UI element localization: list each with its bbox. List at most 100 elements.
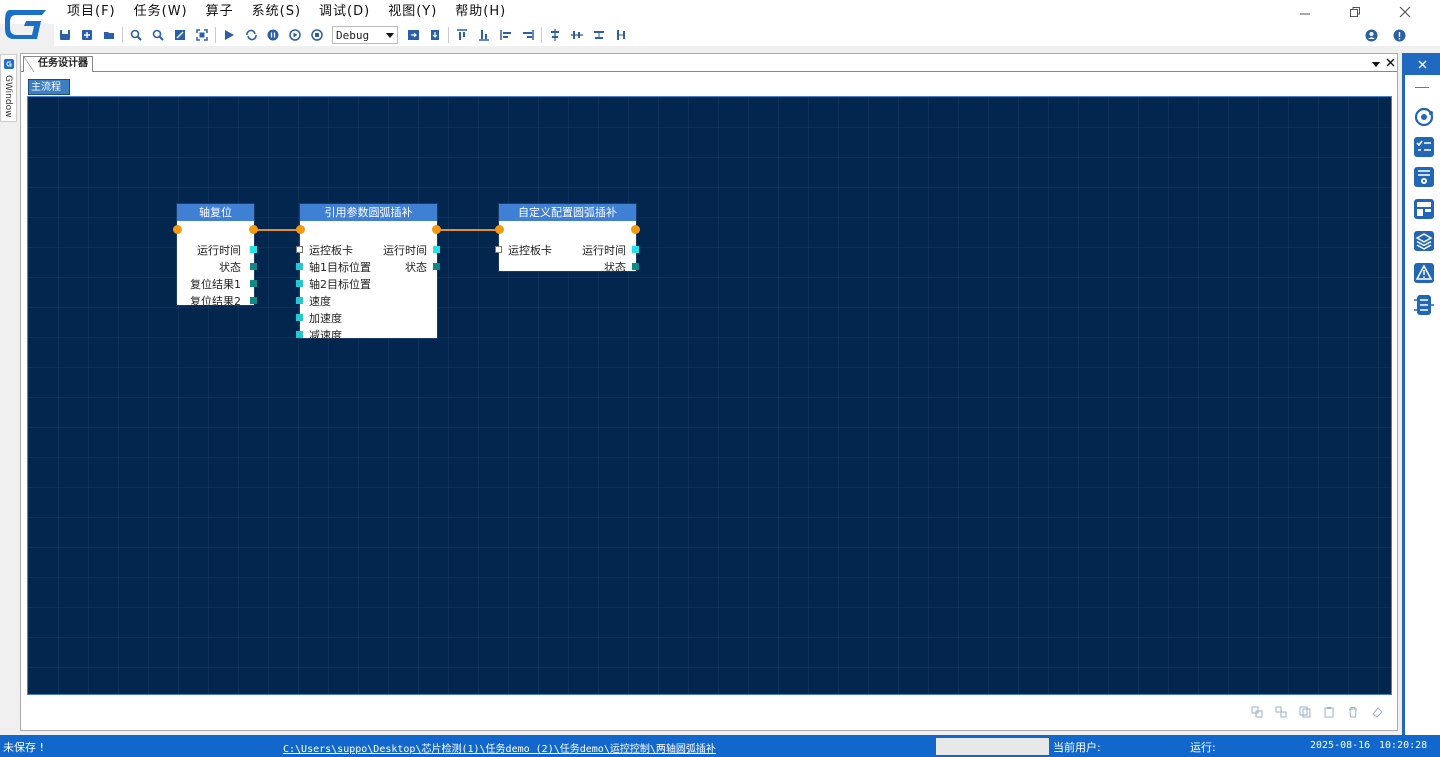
center-vertical-button[interactable] [566, 24, 588, 46]
ungroup-button[interactable] [1273, 704, 1289, 720]
input-port[interactable] [296, 331, 303, 338]
distribute-vertical-icon [617, 30, 625, 40]
restore-icon [1350, 7, 1360, 17]
right-dock-close-button[interactable] [1402, 53, 1440, 75]
copy-button[interactable] [1297, 704, 1313, 720]
flow-out-pin[interactable] [249, 225, 258, 234]
run-button[interactable] [218, 24, 240, 46]
folder-open-icon [103, 32, 114, 39]
close-button[interactable] [1382, 0, 1428, 24]
paste-button[interactable] [1321, 704, 1337, 720]
flow-out-pin[interactable] [631, 225, 640, 234]
warning-icon[interactable] [1413, 262, 1435, 284]
orbit-icon[interactable] [1413, 106, 1435, 128]
new-button[interactable] [76, 24, 98, 46]
output-port[interactable] [250, 263, 257, 270]
output-port[interactable] [250, 280, 257, 287]
toolbar: Debug [54, 24, 1440, 46]
menu-debug[interactable]: 调试(D) [310, 0, 379, 22]
status-bar: 未保存 ! C:\Users\suppo\Desktop\芯片检测(1)\任务d… [0, 735, 1440, 757]
input-port[interactable] [296, 297, 303, 304]
align-right-button[interactable] [517, 24, 539, 46]
run-status-label: 运行: [1190, 741, 1216, 754]
layers-icon[interactable] [1413, 230, 1435, 252]
fit-view-icon [175, 30, 185, 40]
task-designer-panel: 任务设计器 主流程 轴复位 运行时间 状态 复位结果1 复位结果2 引用参数圆弧… [20, 53, 1398, 731]
app-logo-icon [5, 10, 46, 39]
delete-button[interactable] [1345, 704, 1361, 720]
center-horizontal-button[interactable] [544, 24, 566, 46]
fit-button[interactable] [169, 24, 191, 46]
save-button[interactable] [54, 24, 76, 46]
input-port[interactable] [495, 246, 502, 253]
flow-in-pin[interactable] [173, 225, 182, 234]
input-port[interactable] [296, 280, 303, 287]
output-port[interactable] [632, 263, 639, 270]
checklist-icon[interactable] [1413, 136, 1435, 158]
input-port[interactable] [296, 246, 303, 253]
node-custom-arc-interp[interactable]: 自定义配置圆弧插补 运控板卡 运行时间 状态 [495, 204, 640, 274]
step-button[interactable] [284, 24, 306, 46]
user-button[interactable] [1360, 24, 1382, 46]
loop-button[interactable] [240, 24, 262, 46]
input-port[interactable] [296, 314, 303, 321]
menu-system[interactable]: 系统(S) [243, 0, 310, 22]
align-left-button[interactable] [495, 24, 517, 46]
flow-canvas[interactable]: 轴复位 运行时间 状态 复位结果1 复位结果2 引用参数圆弧插补 运控板卡 轴1… [27, 96, 1392, 695]
center-vertical-icon [571, 31, 583, 39]
project-path-link[interactable]: C:\Users\suppo\Desktop\芯片检测(1)\任务demo (2… [283, 740, 716, 755]
restore-button[interactable] [1332, 0, 1378, 24]
flow-out-pin[interactable] [432, 225, 441, 234]
stop-icon [311, 29, 323, 41]
minimize-icon [1300, 13, 1310, 15]
tab-main-flow[interactable]: 主流程 [28, 79, 70, 95]
input-port-label: 运控板卡 [508, 244, 552, 257]
stop-button[interactable] [306, 24, 328, 46]
tab-dropdown-button[interactable] [1369, 56, 1383, 70]
distribute-vertical-button[interactable] [610, 24, 632, 46]
output-port[interactable] [250, 297, 257, 304]
flow-in-pin[interactable] [495, 225, 504, 234]
current-user-label: 当前用户: [1053, 741, 1101, 754]
structure-icon[interactable] [1413, 294, 1435, 316]
toolbar-separator [122, 27, 123, 43]
output-port[interactable] [433, 263, 440, 270]
menu-view[interactable]: 视图(Y) [379, 0, 446, 22]
left-dock-tab[interactable]: GWindow [0, 54, 17, 122]
title-bar: 项目(F) 任务(W) 算子 系统(S) 调试(D) 视图(Y) 帮助(H) [0, 0, 1440, 39]
copy-icon [1299, 706, 1311, 718]
tab-task-designer[interactable]: 任务设计器 [23, 56, 93, 72]
menu-task[interactable]: 任务(W) [125, 0, 197, 22]
tab-close-button[interactable] [1383, 56, 1397, 70]
menu-help[interactable]: 帮助(H) [446, 0, 515, 22]
zoom-out-button[interactable] [147, 24, 169, 46]
clear-button[interactable] [1369, 704, 1385, 720]
group-button[interactable] [1249, 704, 1265, 720]
build-config-select[interactable]: Debug [332, 26, 398, 44]
menu-operator[interactable]: 算子 [197, 0, 243, 22]
pause-button[interactable] [262, 24, 284, 46]
node-param-arc-interp[interactable]: 引用参数圆弧插补 运控板卡 轴1目标位置 轴2目标位置 速度 加速度 减速度 运… [296, 204, 441, 342]
node-axis-reset[interactable]: 轴复位 运行时间 状态 复位结果1 复位结果2 [173, 204, 258, 308]
minimize-button[interactable] [1282, 0, 1328, 24]
output-port[interactable] [632, 246, 639, 253]
info-button[interactable] [1388, 24, 1410, 46]
left-dock-label: GWindow [3, 75, 13, 118]
align-bottom-button[interactable] [473, 24, 495, 46]
open-button[interactable] [98, 24, 120, 46]
settings-list-icon[interactable] [1413, 166, 1435, 188]
align-top-button[interactable] [451, 24, 473, 46]
fullscreen-button[interactable] [191, 24, 213, 46]
menu-project[interactable]: 项目(F) [58, 0, 125, 22]
output-port[interactable] [250, 246, 257, 253]
output-port[interactable] [433, 246, 440, 253]
close-icon [1386, 58, 1394, 67]
export-button[interactable] [424, 24, 446, 46]
distribute-horizontal-button[interactable] [588, 24, 610, 46]
layout-icon[interactable] [1413, 198, 1435, 220]
zoom-in-button[interactable] [125, 24, 147, 46]
status-progress-box [936, 738, 1049, 755]
import-button[interactable] [402, 24, 424, 46]
flow-in-pin[interactable] [296, 225, 305, 234]
input-port[interactable] [296, 263, 303, 270]
